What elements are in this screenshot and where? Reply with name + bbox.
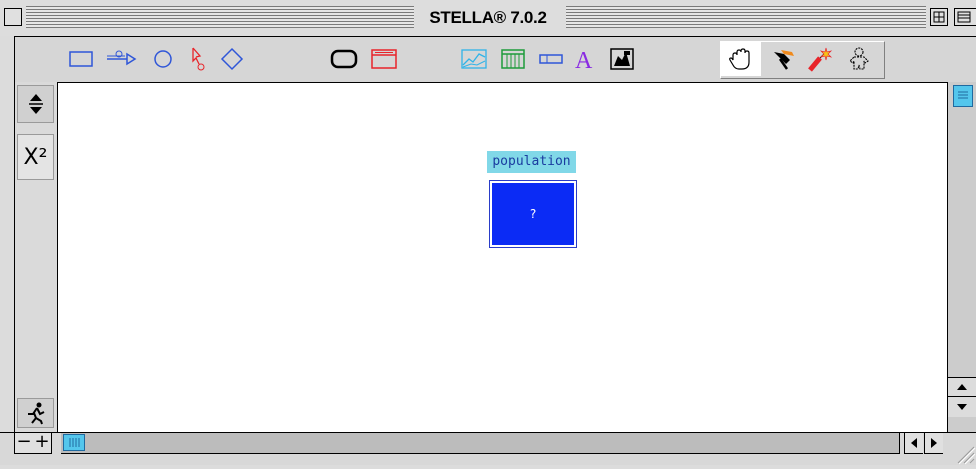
zoom-in-button[interactable]: + <box>33 433 52 454</box>
zoom-box[interactable] <box>930 8 948 26</box>
dynamite-icon[interactable] <box>802 37 838 81</box>
ghost-icon[interactable] <box>840 37 878 81</box>
numeric-display-tool[interactable] <box>534 37 568 81</box>
stock-label[interactable]: population <box>487 151 576 173</box>
text-tool[interactable]: A <box>570 37 600 81</box>
title-stripes-left <box>26 6 414 28</box>
graph-tool[interactable] <box>456 37 492 81</box>
toolbar: A <box>14 36 976 82</box>
flow-tool[interactable] <box>104 37 140 81</box>
formula-button-label: X² <box>23 144 48 170</box>
vertical-scroll-thumb[interactable] <box>953 85 973 107</box>
title-bar[interactable]: STELLA® 7.0.2 <box>0 0 976 36</box>
window-title: STELLA® 7.0.2 <box>414 6 562 30</box>
svg-text:A: A <box>575 48 593 72</box>
picture-tool[interactable] <box>604 37 640 81</box>
vertical-scrollbar[interactable] <box>947 82 976 432</box>
scroll-left-arrow[interactable] <box>904 433 923 454</box>
horizontal-scroll-thumb[interactable] <box>63 434 85 451</box>
zoom-out-button[interactable]: − <box>14 433 34 454</box>
paintbrush-icon[interactable] <box>764 37 800 81</box>
table-tool[interactable] <box>496 37 530 81</box>
stock-tool[interactable] <box>66 37 98 81</box>
layer-up-down-button[interactable] <box>17 85 54 123</box>
hand-tool[interactable] <box>721 37 761 81</box>
scroll-up-arrow[interactable] <box>948 377 976 396</box>
sector-frame-tool[interactable] <box>326 37 362 81</box>
connector-tool[interactable] <box>182 37 212 81</box>
collapse-box[interactable] <box>954 8 976 26</box>
decision-diamond-tool[interactable] <box>215 37 249 81</box>
run-button[interactable] <box>17 398 54 428</box>
converter-tool[interactable] <box>148 37 178 81</box>
population-stock[interactable]: ? <box>489 180 577 248</box>
equation-layer-button[interactable]: X² <box>17 134 54 180</box>
stock-value: ? <box>492 183 574 245</box>
button-object-tool[interactable] <box>366 37 402 81</box>
close-box[interactable] <box>4 8 22 26</box>
bottom-bar: − + <box>0 432 976 465</box>
scroll-down-arrow[interactable] <box>948 396 976 417</box>
resize-grip-icon[interactable] <box>948 433 976 465</box>
scroll-right-arrow[interactable] <box>924 433 943 454</box>
left-panel: X² <box>14 82 57 432</box>
horizontal-scrollbar[interactable] <box>61 433 900 454</box>
title-stripes-right <box>566 6 926 28</box>
model-canvas[interactable] <box>57 82 947 432</box>
